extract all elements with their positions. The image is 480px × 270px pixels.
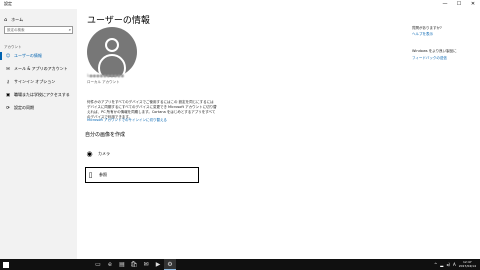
browse-icon: ▯ xyxy=(88,170,93,179)
key-icon: ⚷ xyxy=(6,79,10,85)
tray-overflow-icon[interactable]: ^ xyxy=(434,262,437,267)
sidebar-item-label: ユーザーの情報 xyxy=(14,53,42,58)
page-title: ユーザーの情報 xyxy=(87,16,150,26)
indicator-slot xyxy=(0,65,2,73)
indicator-slot xyxy=(0,91,2,99)
sidebar-item-label: メール & アプリのアカウント xyxy=(14,66,68,71)
minimize-button[interactable]: — xyxy=(438,0,452,9)
maximize-button[interactable]: ☐ xyxy=(452,0,466,9)
sidebar: ⌂ ホーム 設定の検索 ⌕ アカウント ☺ ユーザーの情報 ✉ メール & アプ… xyxy=(0,9,77,259)
network-icon[interactable]: ▂ xyxy=(440,262,443,267)
create-picture-heading: 自分の画像を作成 xyxy=(85,132,126,138)
sidebar-item-sync[interactable]: ⟳ 設定の同期 xyxy=(0,103,77,113)
camera-label: カメラ xyxy=(98,151,110,156)
taskbar: ▭ e ▤ 🛍 ✉ ▶ ⚙ ^ ▂ ◂) A 12:47 2017/04/14 xyxy=(0,259,480,270)
search-icon[interactable]: ⌕ xyxy=(69,27,71,33)
main-content: ユーザーの情報 k●●●●●●●●●● ローカル アカウント 何件かのアプリをす… xyxy=(77,9,407,259)
browse-label: 参照 xyxy=(99,172,107,177)
home-label: ホーム xyxy=(11,17,24,22)
indicator-slot xyxy=(0,78,2,86)
active-indicator xyxy=(0,52,2,60)
account-type: ローカル アカウント xyxy=(87,80,120,84)
taskbar-apps: ▭ e ▤ 🛍 ✉ ▶ ⚙ xyxy=(92,259,176,270)
task-view-icon[interactable]: ▭ xyxy=(92,259,104,270)
help-link[interactable]: ヘルプを表示 xyxy=(412,32,433,37)
microsoft-account-link[interactable]: Microsoft アカウントでのサインインに切り替える xyxy=(87,118,167,123)
edge-icon[interactable]: e xyxy=(104,259,116,270)
sidebar-item-label: サインイン オプション xyxy=(14,79,56,84)
sidebar-item-your-info[interactable]: ☺ ユーザーの情報 xyxy=(0,51,77,61)
username: k●●●●●●●●●● xyxy=(87,73,125,78)
home-icon: ⌂ xyxy=(4,17,8,23)
media-icon[interactable]: ▶ xyxy=(152,259,164,270)
sync-icon: ⟳ xyxy=(6,105,10,111)
close-button[interactable]: ✕ xyxy=(466,0,480,9)
section-label: アカウント xyxy=(4,45,22,49)
sidebar-item-label: 設定の同期 xyxy=(14,105,34,110)
description-text: 何件かのアプリをすべてのデバイスでご使用するにはこの 設定を同じにするにはデバイ… xyxy=(87,100,217,119)
question-heading: 質問がありますか? xyxy=(412,26,442,30)
sidebar-item-work-access[interactable]: ▣ 職場または学校にアクセスする xyxy=(0,90,77,100)
camera-option[interactable]: ◉ カメラ xyxy=(85,146,199,162)
mail-icon: ✉ xyxy=(6,66,10,72)
user-icon: ☺ xyxy=(5,53,11,59)
feedback-link[interactable]: フィードバックの送信 xyxy=(412,56,447,61)
avatar xyxy=(87,27,137,77)
sidebar-item-email-accounts[interactable]: ✉ メール & アプリのアカウント xyxy=(0,64,77,74)
window-title: 設定 xyxy=(4,1,12,6)
title-bar: 設定 — ☐ ✕ xyxy=(0,0,480,9)
search-placeholder: 設定の検索 xyxy=(7,28,25,32)
briefcase-icon: ▣ xyxy=(5,92,11,98)
search-input[interactable]: 設定の検索 ⌕ xyxy=(4,26,73,34)
file-explorer-icon[interactable]: ▤ xyxy=(116,259,128,270)
volume-icon[interactable]: ◂) xyxy=(446,262,450,267)
settings-app-icon[interactable]: ⚙ xyxy=(164,259,176,270)
avatar-head-shape xyxy=(105,38,119,52)
system-tray: ^ ▂ ◂) A 12:47 2017/04/14 xyxy=(434,259,476,270)
windows-start-icon[interactable] xyxy=(3,262,9,268)
indicator-slot xyxy=(0,104,2,112)
browse-option[interactable]: ▯ 参照 xyxy=(85,167,199,183)
sidebar-item-label: 職場または学校にアクセスする xyxy=(14,92,70,97)
clock[interactable]: 12:47 2017/04/14 xyxy=(458,260,476,268)
home-nav[interactable]: ⌂ ホーム xyxy=(4,17,23,23)
clock-date: 2017/04/14 xyxy=(458,263,476,268)
mail-app-icon[interactable]: ✉ xyxy=(140,259,152,270)
ime-indicator[interactable]: A xyxy=(453,262,456,267)
window-controls: — ☐ ✕ xyxy=(438,0,480,9)
camera-icon: ◉ xyxy=(86,149,93,158)
sidebar-item-sign-in-options[interactable]: ⚷ サインイン オプション xyxy=(0,77,77,87)
store-icon[interactable]: 🛍 xyxy=(128,259,140,270)
improve-heading: Windows をより良い製品に xyxy=(412,49,457,53)
